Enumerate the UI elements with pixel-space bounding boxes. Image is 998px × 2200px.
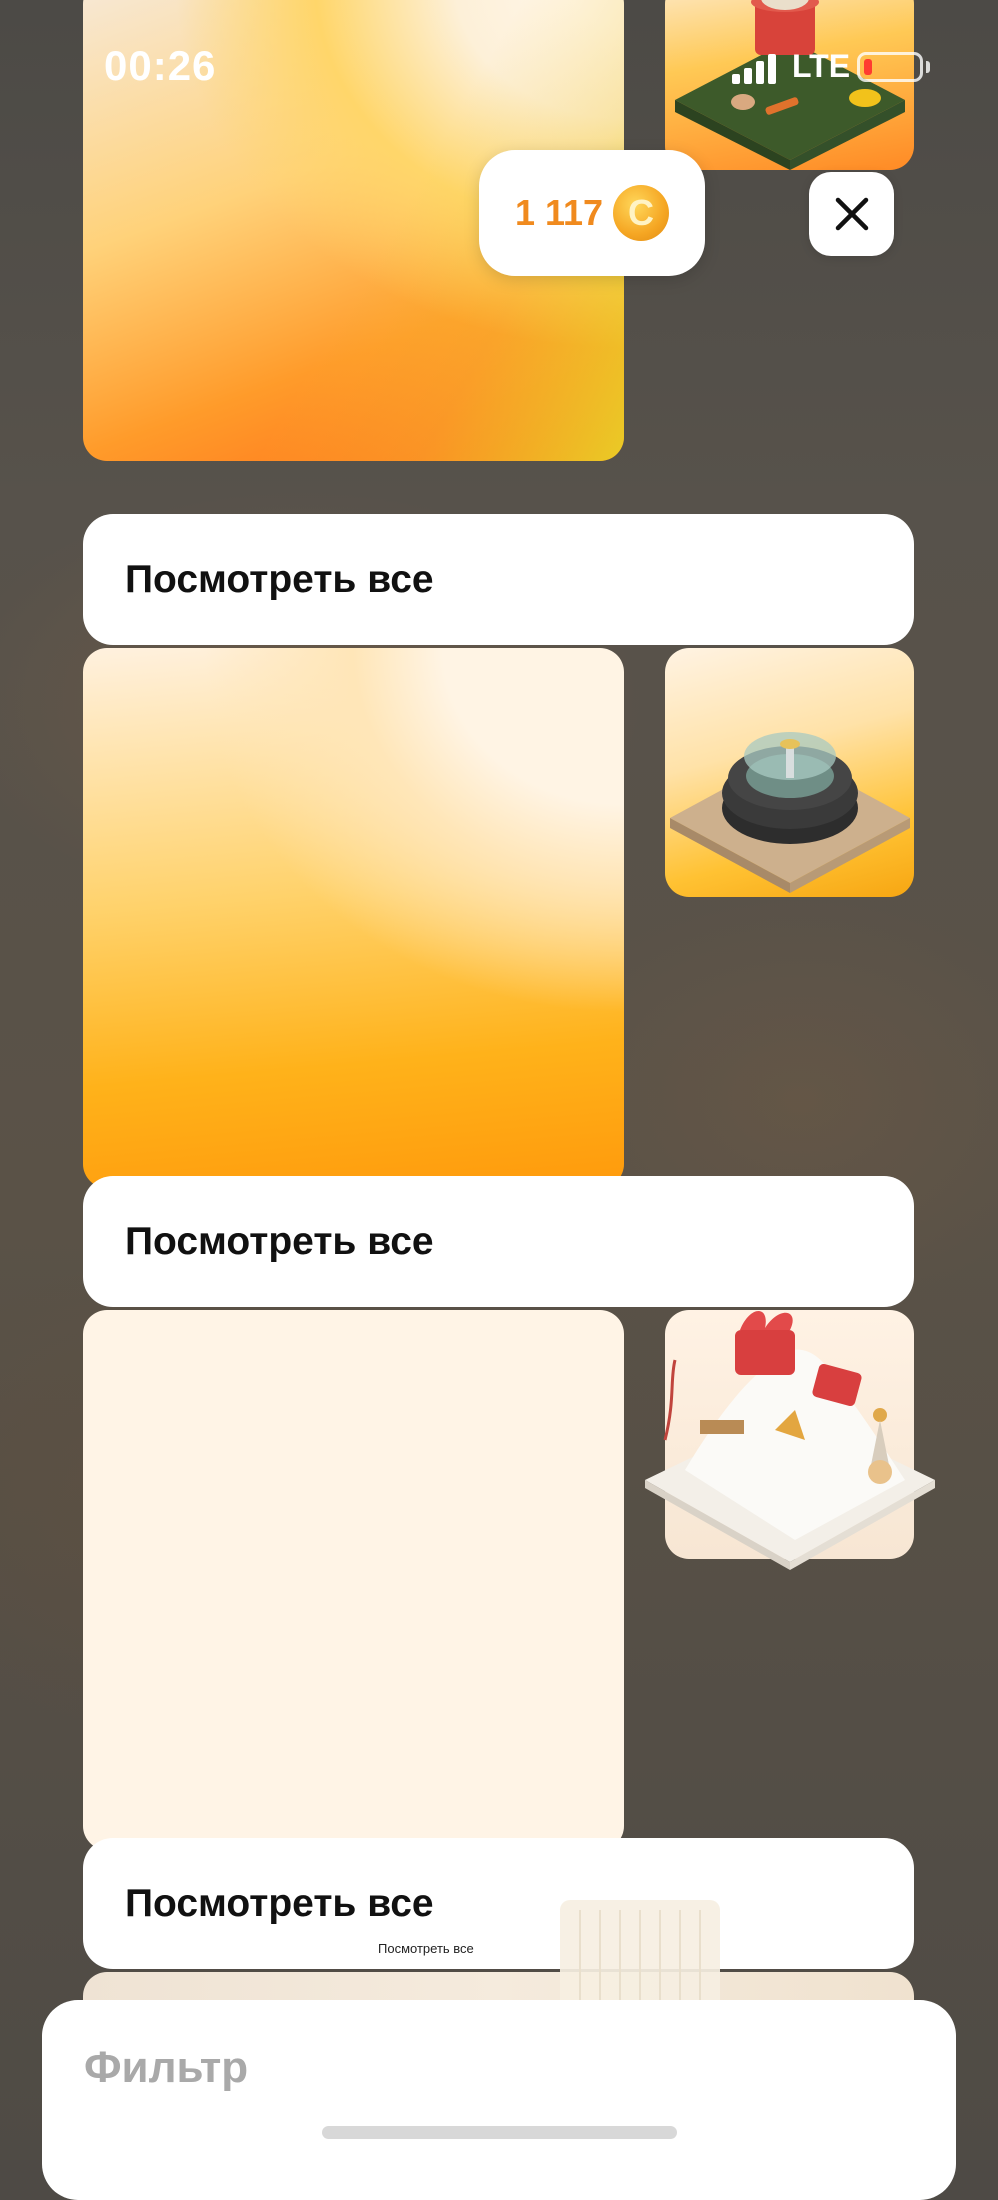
status-time: 00:26 bbox=[104, 42, 217, 89]
signal-strength-icon bbox=[732, 54, 776, 84]
view-all-label: Посмотреть все bbox=[125, 1219, 434, 1263]
white-block-decoration-image bbox=[560, 1900, 720, 2010]
close-icon bbox=[835, 197, 868, 231]
coin-icon: C bbox=[613, 185, 670, 241]
view-all-button-1[interactable]: Посмотреть все bbox=[83, 514, 914, 645]
item-card-1[interactable] bbox=[665, 0, 914, 170]
view-all-button-2[interactable]: Посмотреть все bbox=[83, 1176, 914, 1307]
network-type: LTE bbox=[792, 48, 851, 84]
coin-balance-value: 1 117 bbox=[514, 192, 604, 233]
view-all-label: Посмотреть все bbox=[125, 1881, 434, 1925]
tire-fountain-image bbox=[670, 732, 910, 893]
promo-card-large-3[interactable] bbox=[83, 1310, 624, 1850]
filter-title[interactable]: Фильтр bbox=[84, 2043, 248, 2093]
view-all-button-3[interactable]: Посмотреть все bbox=[83, 1838, 914, 1969]
coin-balance[interactable]: 1 117 C bbox=[479, 150, 705, 276]
flowerpot-decoration-image bbox=[675, 0, 905, 170]
close-button[interactable] bbox=[809, 172, 894, 256]
view-all-label: Посмотреть все bbox=[125, 557, 434, 601]
overlay-view-all-label: Посмотреть все bbox=[378, 1941, 474, 1956]
home-indicator[interactable] bbox=[322, 2126, 677, 2139]
snowy-gift-hill-image bbox=[645, 1310, 935, 1570]
battery-cap bbox=[926, 61, 930, 73]
promo-card-large-2[interactable] bbox=[83, 648, 624, 1188]
filter-bottom-sheet[interactable] bbox=[42, 2000, 956, 2200]
battery-icon bbox=[857, 52, 923, 82]
item-card-2[interactable] bbox=[665, 648, 914, 897]
